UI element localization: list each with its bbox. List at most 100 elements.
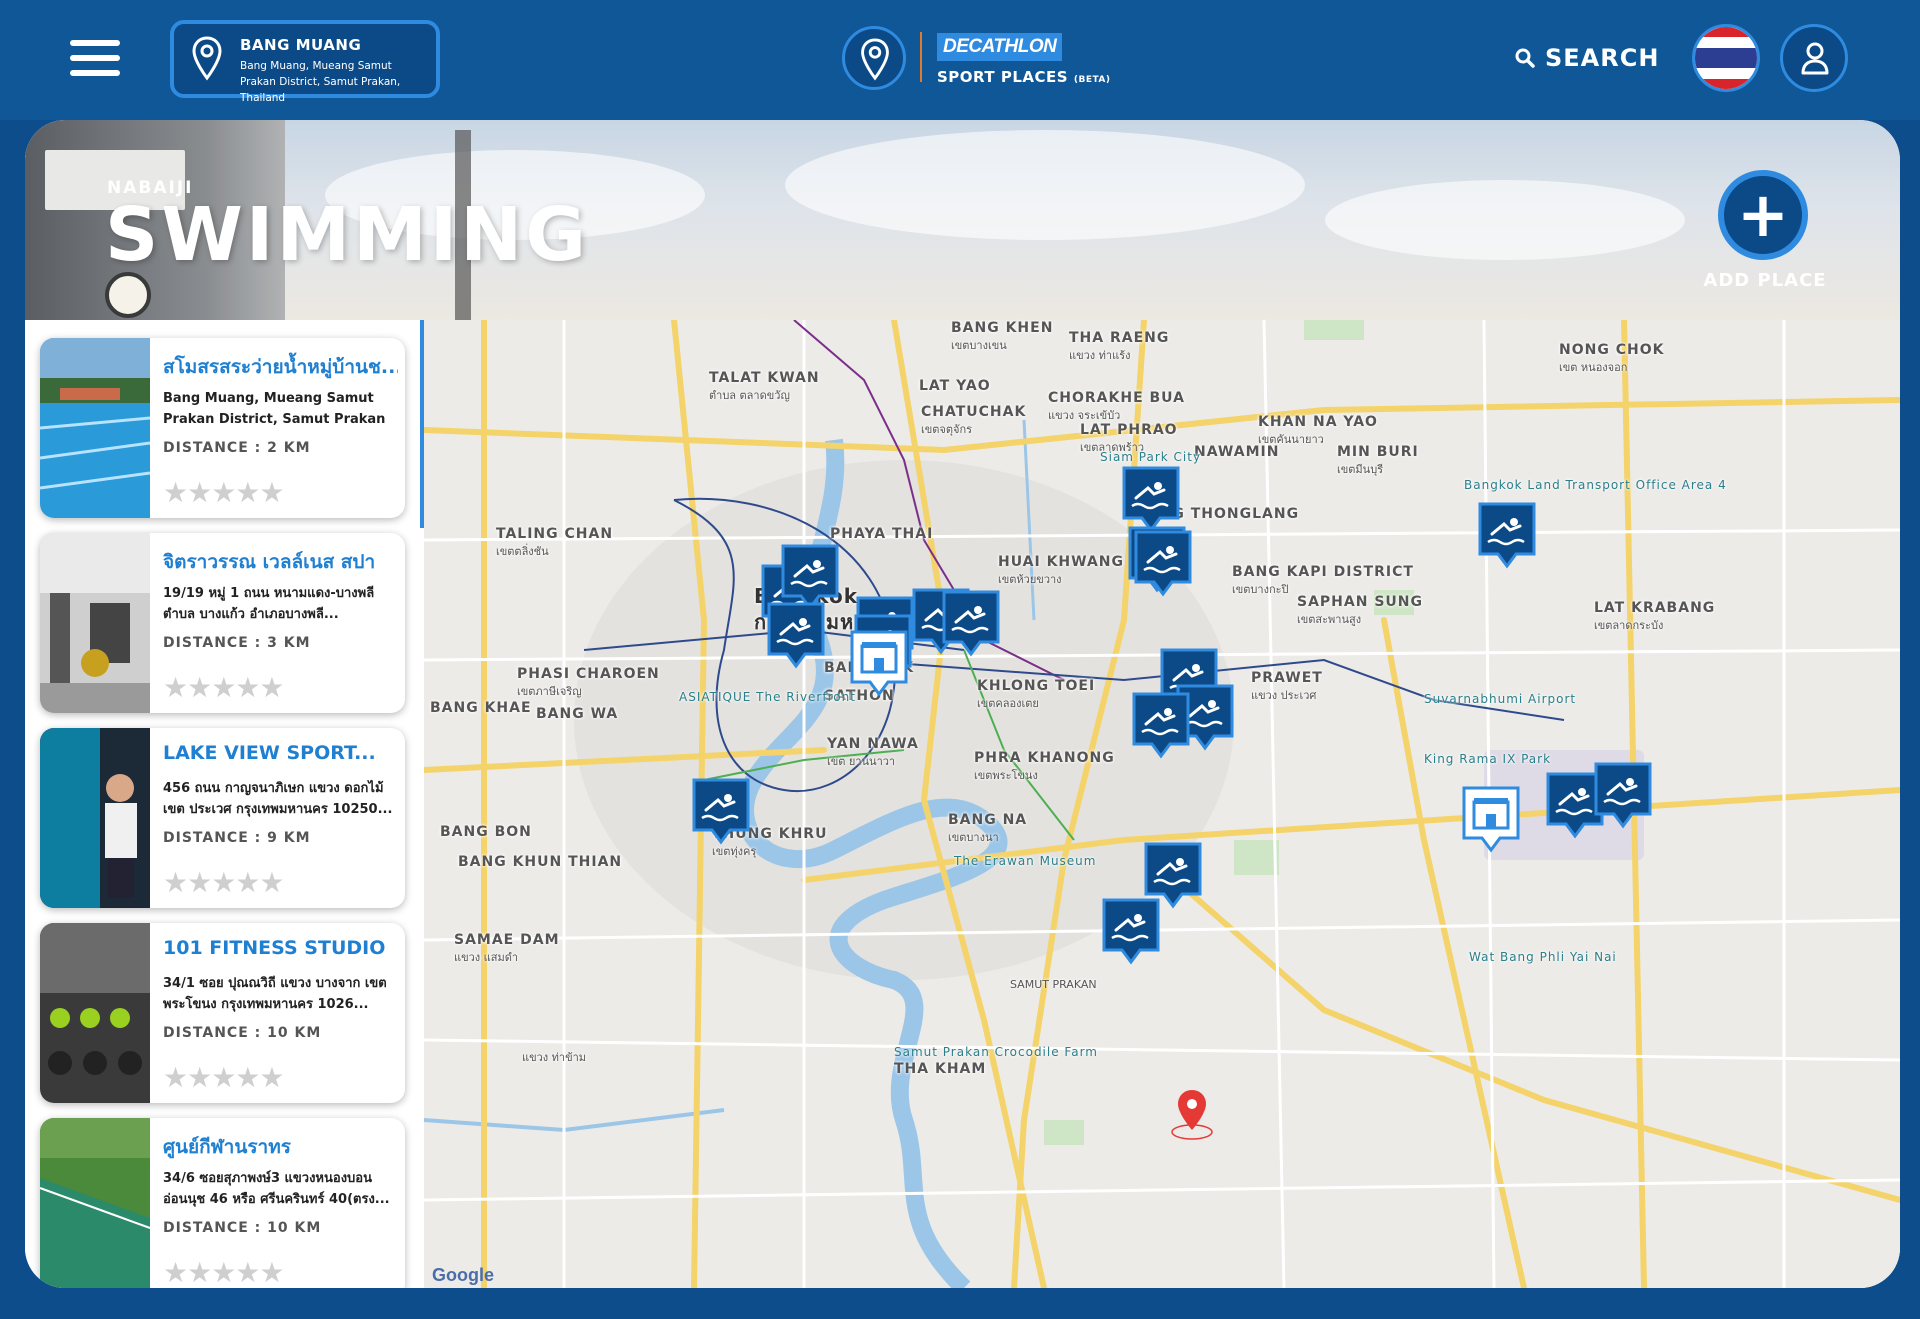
map-label: เขตห้วยขวาง <box>998 573 1062 586</box>
sport-title: SWIMMING <box>105 192 589 278</box>
place-distance: DISTANCE : 3 KM <box>163 635 311 651</box>
location-address: Bang Muang, Mueang Samut Prakan District… <box>240 60 401 104</box>
place-card[interactable]: สโมสรสระว่ายน้ำหมู่บ้านช... Bang Muang, … <box>40 338 405 518</box>
top-bar: BANG MUANG Bang Muang, Mueang Samut Prak… <box>0 0 1920 120</box>
map-label: Siam Park City <box>1100 450 1202 464</box>
swimming-marker-icon[interactable] <box>1592 760 1654 832</box>
thailand-flag-icon <box>1695 27 1757 89</box>
place-address: Bang Muang, Mueang Samut Prakan District… <box>163 391 386 427</box>
google-attribution[interactable]: Google <box>432 1265 494 1286</box>
swimming-marker-icon[interactable] <box>765 600 827 672</box>
star-rating: ★★★★★ <box>163 1061 285 1094</box>
map-label: เขตมีนบุรี <box>1337 463 1384 476</box>
places-list[interactable]: สโมสรสระว่ายน้ำหมู่บ้านช... Bang Muang, … <box>25 320 420 1288</box>
swimming-marker-icon[interactable] <box>1130 690 1192 762</box>
map-label: เขต หนองจอก <box>1559 361 1628 374</box>
map-label: PRAWET <box>1251 670 1323 686</box>
map-label: The Erawan Museum <box>954 854 1097 868</box>
place-name[interactable]: LAKE VIEW SPORT... <box>163 742 398 764</box>
map-label: Bangkok Land Transport Office Area 4 <box>1464 478 1727 492</box>
map-label: KHLONG TOEI <box>977 678 1096 694</box>
logo-divider <box>920 32 922 82</box>
map-label: Samut Prakan Crocodile Farm <box>894 1045 1098 1059</box>
place-name[interactable]: 101 FITNESS STUDIO <box>163 937 398 959</box>
swimming-marker-icon[interactable] <box>1100 896 1162 968</box>
place-photo <box>40 533 150 713</box>
map-label: แขวง ประเวศ <box>1251 689 1317 702</box>
map-label: ตำบล ตลาดขวัญ <box>709 389 790 402</box>
map-label: BANG KAPI DISTRICT <box>1232 564 1414 580</box>
brand-logo: DECATHLON <box>937 33 1063 61</box>
map-label: BANG NA <box>948 812 1028 828</box>
map-label: YAN NAWA <box>827 736 919 752</box>
place-card[interactable]: ศูนย์กีฬานราทร 34/6 ซอยสุภาพงษ์3 แขวงหนอ… <box>40 1118 405 1288</box>
map-label: BANG KHEN <box>951 320 1054 336</box>
search-label: SEARCH <box>1545 44 1660 72</box>
user-icon <box>1801 42 1829 75</box>
swimming-marker-icon[interactable] <box>1132 528 1194 600</box>
map-label: THA RAENG <box>1069 330 1170 346</box>
place-photo <box>40 338 150 518</box>
search-button[interactable]: SEARCH <box>1515 44 1659 72</box>
map-label: NAWAMIN <box>1194 444 1280 460</box>
search-icon <box>1515 48 1535 68</box>
map-label: LAT YAO <box>919 378 991 394</box>
store-marker-icon[interactable] <box>1460 784 1522 856</box>
place-card[interactable]: LAKE VIEW SPORT... 456 ถนน กาญจนาภิเษก แ… <box>40 728 405 908</box>
plus-icon: + <box>1737 178 1789 251</box>
map-label: HUAI KHWANG <box>998 554 1124 570</box>
app-logo[interactable]: DECATHLON SPORT PLACES (BETA) <box>842 24 1122 94</box>
map-label: เขตภาษีเจริญ <box>517 685 582 698</box>
map-label: MIN BURI <box>1337 444 1419 460</box>
star-rating: ★★★★★ <box>163 671 285 704</box>
map-label: เขตบางนา <box>948 831 999 844</box>
map-label: CHORAKHE BUA <box>1048 390 1185 406</box>
map-label: เขตตลิ่งชัน <box>496 545 549 558</box>
language-button[interactable] <box>1692 24 1760 92</box>
place-distance: DISTANCE : 2 KM <box>163 440 311 456</box>
place-distance: DISTANCE : 10 KM <box>163 1025 322 1041</box>
map-label: LAT PHRAO <box>1080 422 1178 438</box>
map-label: King Rama IX Park <box>1424 752 1552 766</box>
place-name[interactable]: จิตราวรรณ เวลล์เนส สปา <box>163 547 398 577</box>
map-label: Suvarnabhumi Airport <box>1424 692 1577 706</box>
place-photo <box>40 728 150 908</box>
add-place-button[interactable]: + <box>1718 170 1808 260</box>
star-rating: ★★★★★ <box>163 1256 285 1288</box>
map-label: THA KHAM <box>894 1061 987 1077</box>
map-label: BANG WA <box>536 706 619 722</box>
map-label: SAPHAN SUNG <box>1297 594 1423 610</box>
hero-banner: NABAIJI SWIMMING + ADD PLACE <box>25 120 1900 320</box>
map-view[interactable]: BANG KHEN เขตบางเขน THA RAENG แขวง ท่าแร้ง N… <box>424 320 1900 1288</box>
swimming-marker-icon[interactable] <box>1476 500 1538 572</box>
account-button[interactable] <box>1780 24 1848 92</box>
map-label: CHATUCHAK <box>921 404 1027 420</box>
map-label: แขวง แสมดำ <box>454 951 519 964</box>
map-label: Wat Bang Phli Yai Nai <box>1469 950 1617 964</box>
map-label: เขตพระโขนง <box>974 769 1038 782</box>
map-label: TALAT KWAN <box>709 370 820 386</box>
place-name[interactable]: ศูนย์กีฬานราทร <box>163 1132 398 1162</box>
place-card[interactable]: 101 FITNESS STUDIO 34/1 ซอย ปุณณวิถี แขว… <box>40 923 405 1103</box>
map-label: BANG BON <box>440 824 532 840</box>
map-label: LAT KRABANG <box>1594 600 1716 616</box>
star-rating: ★★★★★ <box>163 866 285 899</box>
map-label: NONG CHOK <box>1559 342 1665 358</box>
menu-icon[interactable] <box>70 40 120 76</box>
clock-icon <box>105 272 151 318</box>
location-selector[interactable]: BANG MUANG Bang Muang, Mueang Samut Prak… <box>170 20 440 104</box>
swimming-marker-icon[interactable] <box>940 588 1002 660</box>
place-card[interactable]: จิตราวรรณ เวลล์เนส สปา 19/19 หมู่ 1 ถนน … <box>40 533 405 713</box>
place-name[interactable]: สโมสรสระว่ายน้ำหมู่บ้านช... <box>163 352 398 382</box>
map-label: PHAYA THAI <box>830 526 934 542</box>
store-marker-icon[interactable] <box>848 628 910 700</box>
map-label: SAMAE DAM <box>454 932 560 948</box>
map-label: BANG KHUN THIAN <box>458 854 623 870</box>
place-photo <box>40 923 150 1103</box>
swimming-marker-icon[interactable] <box>690 776 752 848</box>
map-label: เขตคลองเตย <box>977 697 1039 710</box>
map-label: ASIATIQUE The Riverfront <box>679 690 856 704</box>
product-label: SPORT PLACES <box>937 68 1069 86</box>
place-photo <box>40 1118 150 1288</box>
place-address: 19/19 หมู่ 1 ถนน หนามแดง-บางพลี ตำบล บาง… <box>163 586 375 622</box>
